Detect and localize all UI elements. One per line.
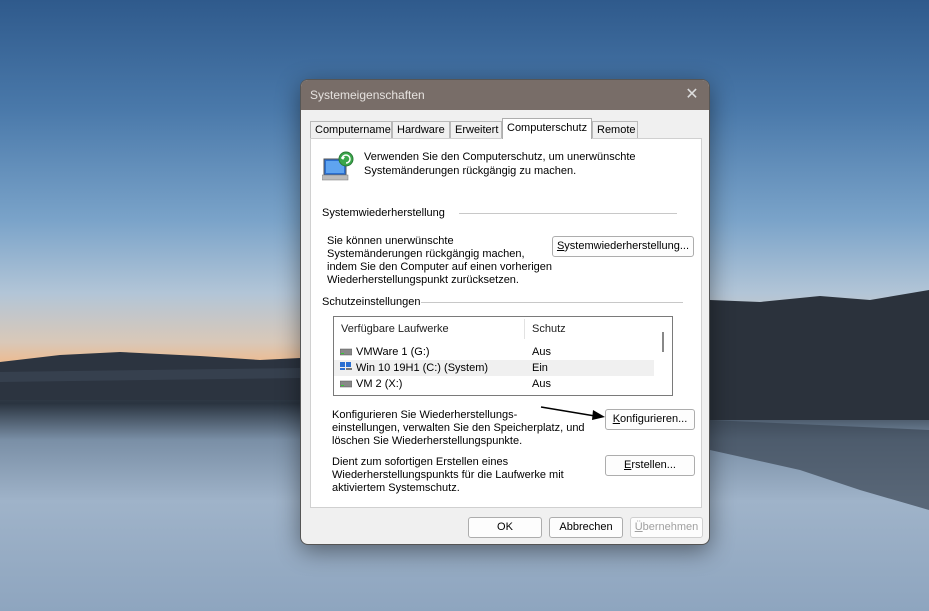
drive-status: Ein (532, 362, 548, 374)
restore-desc-line-2: Systemänderungen rückgängig machen, (327, 248, 525, 260)
windows-drive-icon (340, 362, 352, 370)
system-restore-label: ystemwiederherstellung... (564, 240, 690, 252)
drive-status: Aus (532, 378, 551, 390)
protection-group-header: Schutzeinstellungen (322, 296, 421, 308)
restore-desc-line-1: Sie können unerwünschte (327, 235, 454, 247)
restore-group-header: Systemwiederherstellung (322, 207, 445, 219)
drives-list-header: Verfügbare Laufwerke Schutz (334, 317, 654, 343)
configure-desc-line-3: löschen Sie Wiederherstellungspunkte. (332, 435, 523, 447)
column-separator (524, 319, 525, 339)
drive-row[interactable]: Win 10 19H1 (C:) (System) Ein (334, 360, 654, 376)
intro-line-2: Systemänderungen rückgängig zu machen. (364, 165, 577, 177)
drive-icon (340, 380, 352, 388)
create-button[interactable]: Erstellen... (605, 455, 695, 476)
create-desc-line-3: aktiviertem Systemschutz. (332, 482, 460, 494)
drive-label: VMWare 1 (G:) (356, 346, 430, 358)
drive-row[interactable]: VM 2 (X:) Aus (334, 376, 654, 392)
system-restore-button[interactable]: Systemwiederherstellung... (552, 236, 694, 257)
drive-label: VM 2 (X:) (356, 378, 403, 390)
apply-label: bernehmen (642, 521, 699, 533)
system-properties-dialog: Systemeigenschaften ✕ Computername Hardw… (300, 79, 710, 545)
tab-erweitert[interactable]: Erweitert (450, 121, 502, 138)
drives-list[interactable]: Verfügbare Laufwerke Schutz VMWare 1 (G:… (333, 316, 673, 396)
restore-group-line (459, 213, 677, 214)
scrollbar-thumb[interactable] (662, 332, 664, 352)
configure-desc-line-2: einstellungen, verwalten Sie den Speiche… (332, 422, 585, 434)
intro-line-1: Verwenden Sie den Computerschutz, um une… (364, 151, 636, 163)
close-icon[interactable]: ✕ (681, 84, 703, 106)
restore-desc-line-4: Wiederherstellungspunkt zurücksetzen. (327, 274, 519, 286)
configure-button[interactable]: Konfigurieren... (605, 409, 695, 430)
column-drives[interactable]: Verfügbare Laufwerke (341, 323, 449, 335)
drive-status: Aus (532, 346, 551, 358)
create-desc-line-1: Dient zum sofortigen Erstellen eines (332, 456, 509, 468)
dialog-footer: OK Abbrechen Übernehmen (301, 510, 709, 544)
configure-mnemonic: K (612, 413, 621, 425)
annotation-arrow-icon (540, 406, 605, 420)
restore-desc-line-3: indem Sie den Computer auf einen vorheri… (327, 261, 553, 273)
ok-button[interactable]: OK (468, 517, 542, 538)
configure-label: onfigurieren... (620, 413, 688, 425)
create-desc-line-2: Wiederherstellungspunkts für die Laufwer… (332, 469, 564, 481)
drive-row[interactable]: VMWare 1 (G:) Aus (334, 344, 654, 360)
apply-mnemonic: Ü (634, 521, 643, 533)
tab-computerschutz[interactable]: Computerschutz (502, 118, 592, 139)
system-protection-icon (322, 151, 354, 181)
computerschutz-panel: Verwenden Sie den Computerschutz, um une… (310, 138, 702, 508)
configure-desc-line-1: Konfigurieren Sie Wiederherstellungs- (332, 409, 518, 421)
drives-scrollbar[interactable] (655, 317, 672, 395)
tab-computername[interactable]: Computername (310, 121, 392, 138)
tab-remote[interactable]: Remote (592, 121, 638, 138)
title-bar[interactable]: Systemeigenschaften ✕ (301, 80, 709, 110)
tab-hardware[interactable]: Hardware (392, 121, 450, 138)
column-status[interactable]: Schutz (532, 323, 566, 335)
drive-icon (340, 348, 352, 356)
apply-button[interactable]: Übernehmen (630, 517, 703, 538)
dialog-title: Systemeigenschaften (310, 88, 425, 102)
drive-label: Win 10 19H1 (C:) (System) (356, 362, 489, 374)
cancel-button[interactable]: Abbrechen (549, 517, 623, 538)
create-label: rstellen... (631, 459, 676, 471)
protection-group-line (421, 302, 683, 303)
